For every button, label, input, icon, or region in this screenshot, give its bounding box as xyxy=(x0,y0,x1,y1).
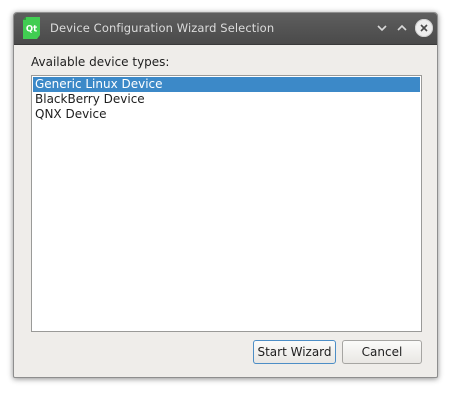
device-type-list[interactable]: Generic Linux Device BlackBerry Device Q… xyxy=(31,75,422,332)
close-button[interactable] xyxy=(415,19,433,37)
start-wizard-button[interactable]: Start Wizard xyxy=(253,340,336,364)
list-item-blackberry-device[interactable]: BlackBerry Device xyxy=(33,92,420,107)
list-item-generic-linux-device[interactable]: Generic Linux Device xyxy=(33,77,420,92)
available-device-types-label: Available device types: xyxy=(31,55,170,69)
list-item-qnx-device[interactable]: QNX Device xyxy=(33,107,420,122)
qt-logo-icon: Qt xyxy=(23,17,40,39)
dialog-window: Qt Device Configuration Wizard Selection… xyxy=(13,12,438,378)
maximize-button[interactable] xyxy=(394,20,410,36)
minimize-button[interactable] xyxy=(374,20,390,36)
title-bar[interactable]: Qt Device Configuration Wizard Selection xyxy=(14,13,437,45)
cancel-button[interactable]: Cancel xyxy=(342,340,422,364)
chevron-up-icon xyxy=(397,24,407,31)
qt-logo-text: Qt xyxy=(26,25,37,35)
window-title: Device Configuration Wizard Selection xyxy=(50,21,275,35)
close-icon xyxy=(420,24,428,32)
chevron-down-icon xyxy=(377,25,387,32)
